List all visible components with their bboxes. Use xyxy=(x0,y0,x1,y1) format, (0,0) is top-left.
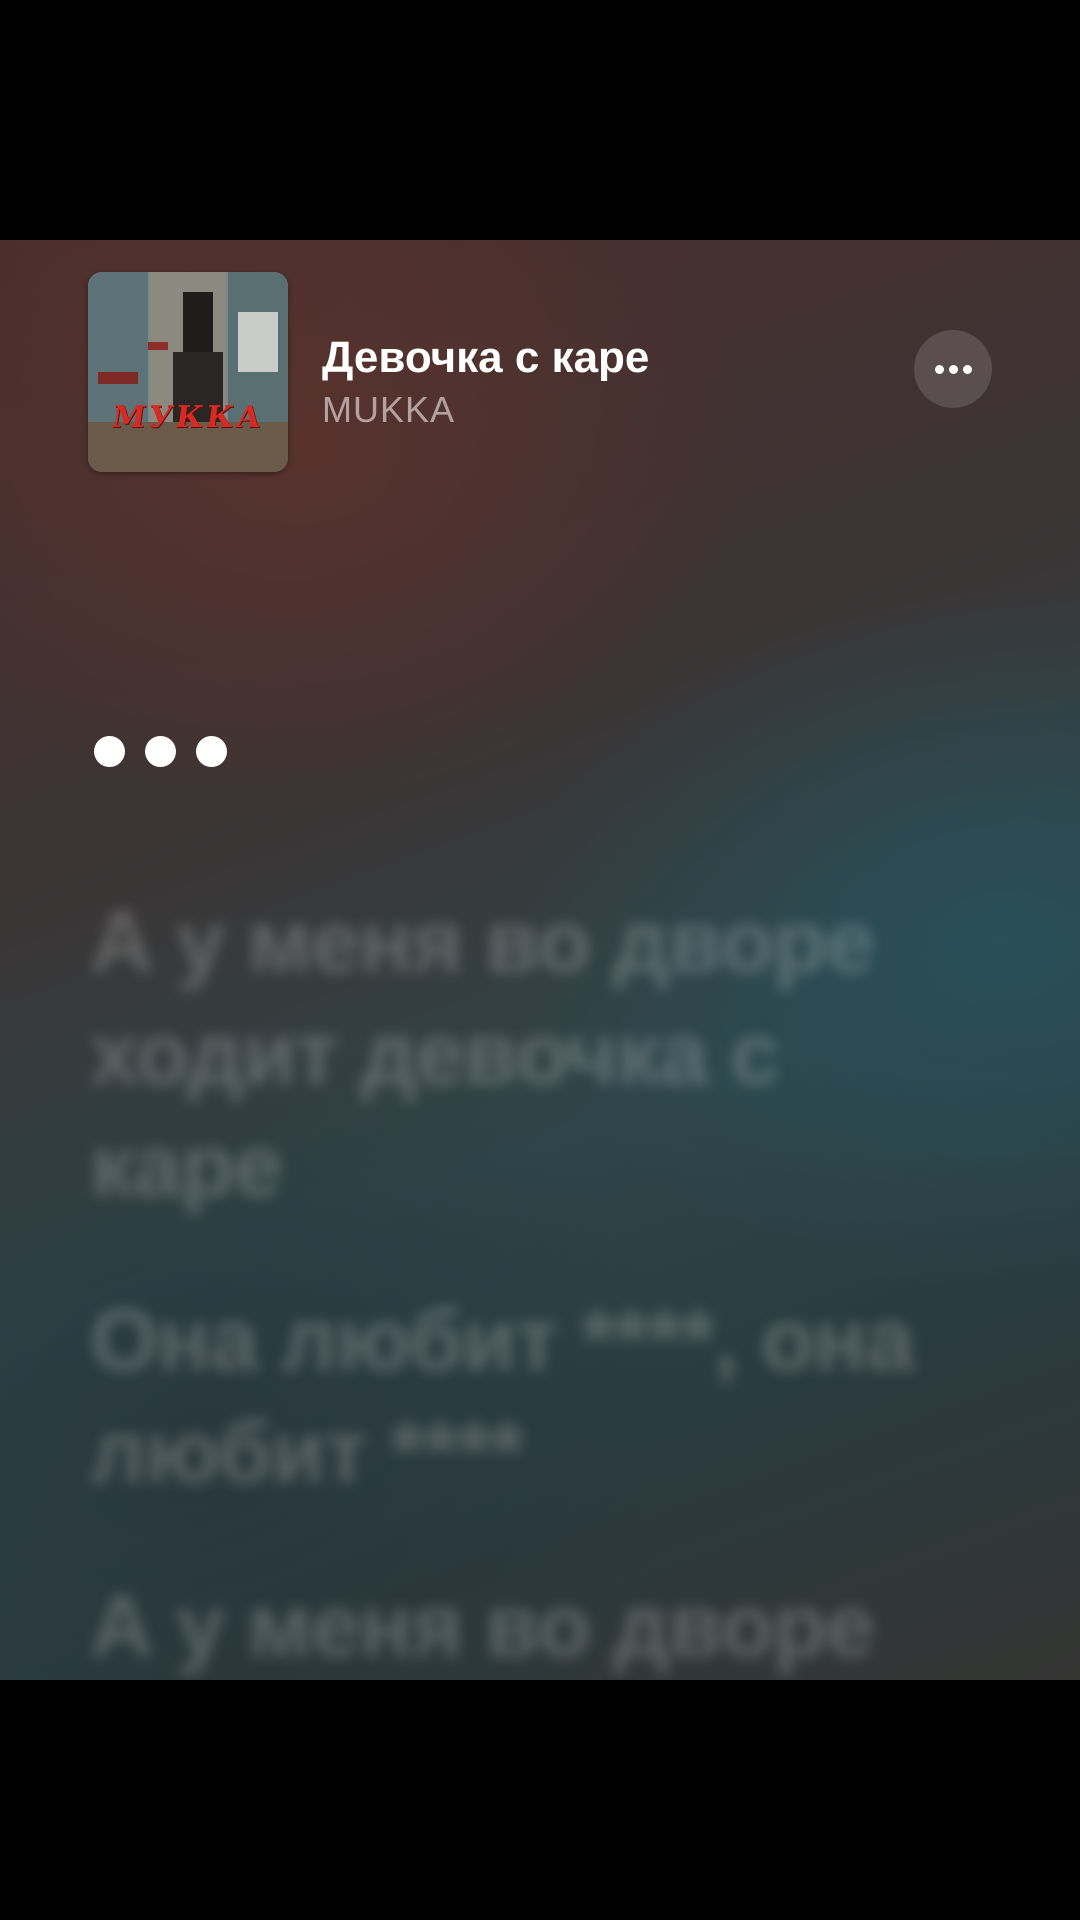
lyric-line[interactable]: А у меня во дворе ходит девочка с каре xyxy=(90,886,990,1222)
dot-icon xyxy=(196,736,227,767)
album-cover[interactable]: MУККА xyxy=(88,272,288,472)
album-art-image xyxy=(88,272,288,472)
cover-title-text: MУККА xyxy=(109,400,267,435)
dot-icon xyxy=(145,736,176,767)
ellipsis-icon xyxy=(948,364,958,374)
song-title: Девочка с каре xyxy=(322,333,650,382)
lyrics-view[interactable]: MУККА Девочка с каре MUKKA А у меня во д… xyxy=(0,240,1080,1680)
track-info: Девочка с каре MUKKA xyxy=(322,332,649,432)
lyric-line[interactable]: Она любит ****, она любит **** xyxy=(90,1284,990,1508)
screen: MУККА Девочка с каре MUKKA А у меня во д… xyxy=(0,0,1080,1920)
dot-icon xyxy=(94,736,125,767)
ellipsis-icon xyxy=(934,364,944,374)
more-options-button[interactable] xyxy=(914,330,992,408)
lyrics-list: А у меня во дворе ходит девочка с каре О… xyxy=(90,886,990,1680)
ellipsis-icon xyxy=(962,364,972,374)
now-playing-header: MУККА Девочка с каре MUKKA xyxy=(88,272,992,472)
instrumental-break-indicator xyxy=(94,736,227,767)
lyric-line[interactable]: А у меня во дворе xyxy=(90,1570,990,1680)
artist-name[interactable]: MUKKA xyxy=(322,388,649,432)
